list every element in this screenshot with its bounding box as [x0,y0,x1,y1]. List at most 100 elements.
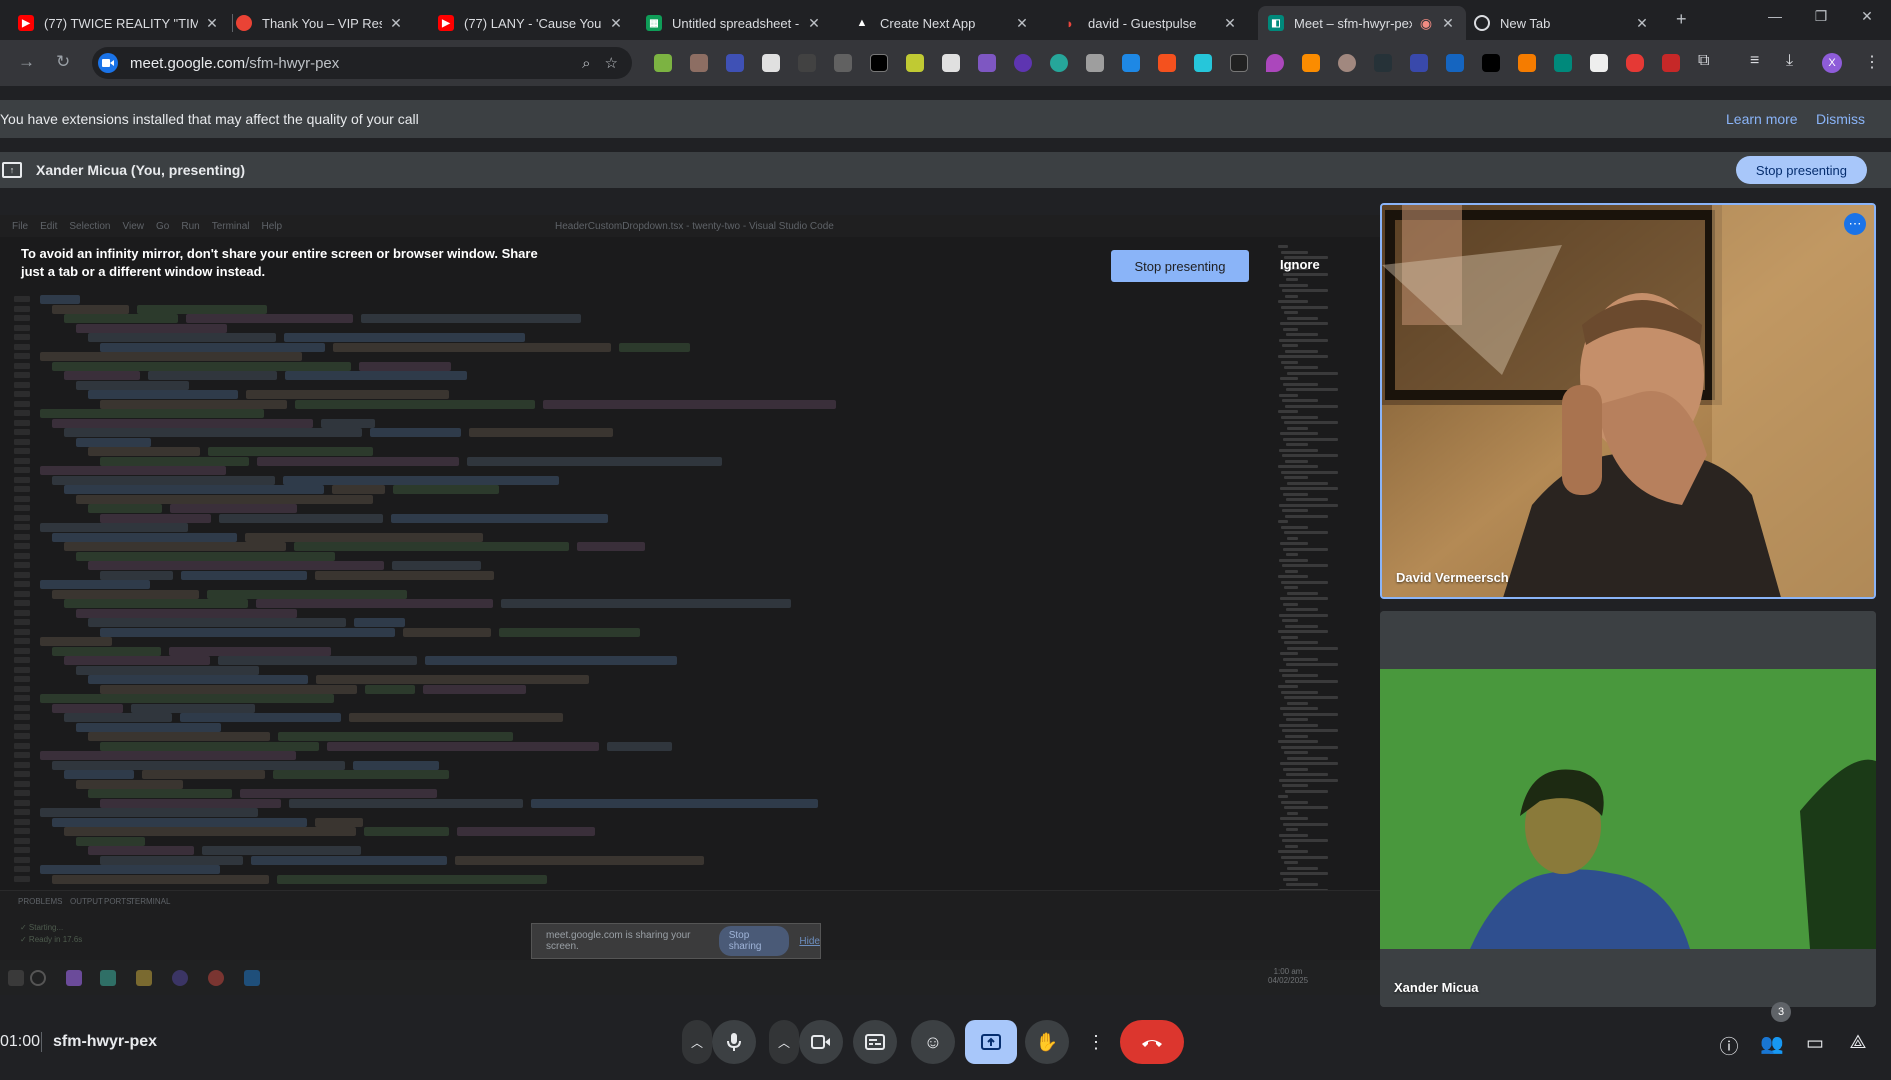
hang-up-button[interactable] [1120,1020,1184,1064]
extension-icon[interactable] [1014,54,1032,72]
extension-icon[interactable] [1086,54,1104,72]
browser-tab-active[interactable]: ◧ Meet – sfm-hwyr-pex ◉ ✕ [1258,6,1466,40]
hide-link[interactable]: Hide [799,936,820,947]
line-number [14,552,30,559]
extension-icon[interactable] [1446,54,1464,72]
extension-icon[interactable] [1482,54,1500,72]
extension-icon[interactable] [1158,54,1176,72]
map-pin-icon[interactable] [1266,54,1284,72]
present-screen-button[interactable] [965,1020,1017,1064]
extensions-puzzle-icon[interactable]: ⧉ [1698,52,1709,70]
close-icon[interactable]: ✕ [1014,15,1030,32]
microphone-icon[interactable] [712,1020,756,1064]
stop-presenting-button[interactable]: Stop presenting [1735,156,1867,184]
code-line [76,722,221,732]
participant-tile-david[interactable]: ⋯ David Vermeersch [1380,203,1876,599]
restore-icon[interactable]: ❐ [1798,8,1844,25]
captions-icon[interactable] [853,1020,897,1064]
tab-title: Thank You – VIP Resource [262,15,382,31]
close-icon[interactable]: ✕ [204,15,220,32]
video-options-chevron-icon[interactable]: ︿ [769,1020,799,1064]
browser-tab[interactable]: ▦ Untitled spreadsheet - Go ✕ [636,6,832,40]
browser-tab[interactable]: ▲ Create Next App ✕ [844,6,1040,40]
extension-icon[interactable] [942,54,960,72]
address-bar[interactable]: meet.google.com/sfm-hwyr-pex ⌕ ☆ [92,47,632,79]
line-number [14,410,30,416]
download-icon[interactable]: ⤓ [1786,52,1793,70]
menu-kebab-icon[interactable]: ⋮ [1864,52,1880,72]
chat-icon[interactable]: ▭ [1801,1032,1829,1055]
browser-tab[interactable]: ▶ (77) LANY - 'Cause You Ha ✕ [428,6,634,40]
raise-hand-icon[interactable]: ✋ [1025,1020,1069,1064]
browser-tab[interactable]: ◗ david - Guestpulse ✕ [1052,6,1248,40]
extension-icon[interactable] [834,54,852,72]
close-icon[interactable]: ✕ [1634,15,1650,32]
start-icon [8,970,24,986]
extension-icon[interactable] [1230,54,1248,72]
extension-icon[interactable] [906,54,924,72]
zoom-icon[interactable]: ⌕ [582,55,590,72]
audio-options-chevron-icon[interactable]: ︿ [682,1020,712,1064]
minimap-line [1283,602,1298,606]
meeting-info-icon[interactable]: ⓘ [1715,1032,1743,1059]
close-icon[interactable]: ✕ [608,15,624,32]
extension-icon[interactable] [726,54,744,72]
more-options-icon[interactable]: ⋯ [1844,213,1866,235]
extension-icon[interactable] [1662,54,1680,72]
code-line [52,418,313,428]
reload-icon[interactable]: ↻ [56,52,70,72]
warning-stop-presenting-button[interactable]: Stop presenting [1111,250,1249,282]
extension-icon[interactable] [1554,54,1572,72]
extension-icon[interactable] [1374,54,1392,72]
extension-icon[interactable] [1302,54,1320,72]
extension-icon[interactable] [762,54,780,72]
media-control-icon[interactable]: ≡ [1750,52,1759,70]
participant-tile-xander[interactable]: Xander Micua [1380,611,1876,1007]
code-line [100,513,211,523]
folder-icon [136,970,152,986]
minimap-line [1281,580,1328,584]
more-options-icon[interactable]: ⋮ [1083,1020,1109,1064]
close-icon[interactable]: ✕ [388,15,404,32]
browser-tab[interactable]: ▶ (77) TWICE REALITY "TIME ✕ [8,6,230,40]
dismiss-link[interactable]: Dismiss [1816,111,1865,127]
extension-icon[interactable] [1194,54,1212,72]
minimize-icon[interactable]: — [1752,8,1798,24]
extension-icon[interactable] [978,54,996,72]
browser-tab[interactable]: Thank You – VIP Resource ✕ [226,6,414,40]
close-icon[interactable]: ✕ [1440,15,1456,32]
close-icon[interactable]: ✕ [1222,15,1238,32]
extension-icon[interactable] [1626,54,1644,72]
metamask-icon[interactable] [1518,54,1536,72]
line-number [14,752,30,758]
extension-icon[interactable] [654,54,672,72]
extension-icon[interactable] [1122,54,1140,72]
activities-icon[interactable]: ⟁ [1844,1032,1872,1054]
new-tab-button[interactable]: + [1676,9,1687,30]
browser-tab[interactable]: New Tab ✕ [1464,6,1660,40]
extension-icon[interactable] [798,54,816,72]
people-icon[interactable]: 👥 [1758,1032,1786,1056]
minimap-line [1282,839,1328,842]
code-line [577,542,645,551]
ignore-button[interactable]: Ignore [1280,257,1320,272]
extension-icon[interactable] [870,54,888,72]
meet-site-icon[interactable] [98,53,118,73]
extension-icon[interactable] [1410,54,1428,72]
code-line [52,589,199,599]
extension-icon[interactable] [1050,54,1068,72]
extension-icon[interactable] [1590,54,1608,72]
profile-avatar[interactable]: X [1822,53,1842,73]
minimap-line [1283,382,1318,386]
forward-icon[interactable]: → [18,52,35,72]
camera-icon[interactable] [799,1020,843,1064]
extension-icon[interactable] [690,54,708,72]
minimap-line [1285,624,1318,628]
learn-more-link[interactable]: Learn more [1726,111,1798,127]
close-window-icon[interactable]: ✕ [1844,8,1890,25]
extension-icon[interactable] [1338,54,1356,72]
emoji-reaction-icon[interactable]: ☺ [911,1020,955,1064]
stop-sharing-button[interactable]: Stop sharing [718,926,790,956]
close-icon[interactable]: ✕ [806,15,822,32]
bookmark-star-icon[interactable]: ☆ [605,54,618,72]
